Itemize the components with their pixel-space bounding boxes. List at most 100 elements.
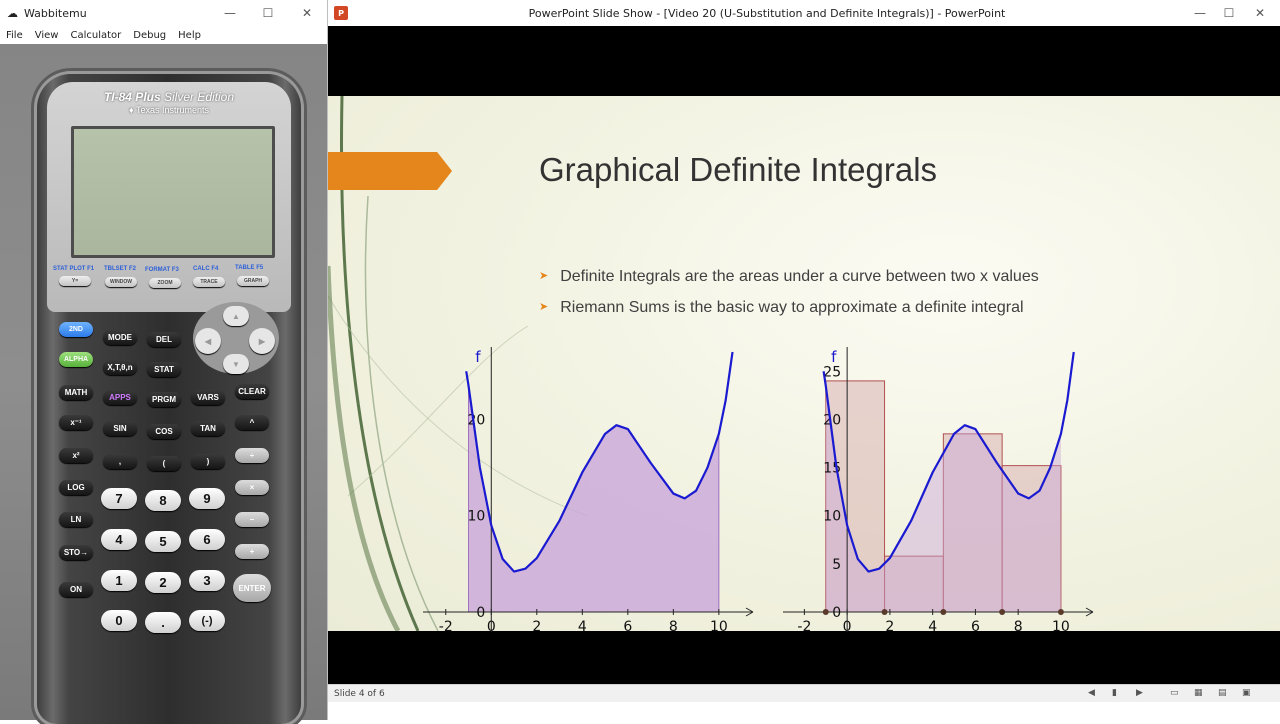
- divide-key[interactable]: ÷: [235, 448, 269, 463]
- y-equals-key[interactable]: Y=: [59, 276, 91, 286]
- square-key[interactable]: x²: [59, 448, 93, 463]
- minimize-icon[interactable]: —: [210, 0, 250, 26]
- add-key[interactable]: +: [235, 544, 269, 559]
- area-chart: f -2 0 2 4 6 8 10 0 10 20: [423, 347, 754, 632]
- riemann-chart: f-202468100510152025x0x1x2x3x4: [783, 347, 1094, 632]
- xton-key[interactable]: X,T,θ,n: [103, 360, 137, 375]
- partition-point: [999, 609, 1006, 615]
- eight-key[interactable]: 8: [145, 490, 181, 511]
- previous-icon[interactable]: ◀: [1088, 688, 1095, 698]
- five-key[interactable]: 5: [145, 531, 181, 552]
- fn-label-4: CALC F4: [193, 266, 219, 272]
- prgm-key[interactable]: PRGM: [147, 392, 181, 407]
- x-tick-label: -2: [797, 619, 811, 632]
- y-tick-label: 20: [467, 412, 485, 428]
- partition-label: x2: [941, 630, 959, 632]
- lparen-key[interactable]: (: [147, 456, 181, 471]
- slide-sorter-icon[interactable]: ▦: [1194, 688, 1203, 698]
- y-axis-label: f: [475, 348, 481, 366]
- decimal-key[interactable]: .: [145, 612, 181, 633]
- mode-key[interactable]: MODE: [103, 330, 137, 345]
- alpha-key[interactable]: ALPHA: [59, 352, 93, 367]
- x-tick-label: -2: [439, 619, 453, 632]
- partition-point: [881, 609, 888, 615]
- menubar: File View Calculator Debug Help: [0, 26, 327, 44]
- normal-view-icon[interactable]: ▭: [1170, 688, 1179, 698]
- menu-debug[interactable]: Debug: [133, 30, 166, 41]
- menu-file[interactable]: File: [6, 30, 23, 41]
- y-tick-label: 0: [832, 605, 841, 621]
- one-key[interactable]: 1: [101, 570, 137, 591]
- power-key[interactable]: ^: [235, 415, 269, 430]
- two-key[interactable]: 2: [145, 572, 181, 593]
- window-title: Wabbitemu: [24, 6, 87, 20]
- menu-calculator[interactable]: Calculator: [70, 30, 121, 41]
- subtract-key[interactable]: −: [235, 512, 269, 527]
- y-tick-label: 20: [823, 412, 841, 428]
- reading-view-icon[interactable]: ▤: [1218, 688, 1227, 698]
- zoom-key[interactable]: ZOOM: [149, 278, 181, 288]
- nine-key[interactable]: 9: [189, 488, 225, 509]
- powerpoint-window: P PowerPoint Slide Show - [Video 20 (U-S…: [328, 0, 1280, 720]
- del-key[interactable]: DEL: [147, 332, 181, 347]
- second-key[interactable]: 2ND: [59, 322, 93, 337]
- y-tick-label: 10: [823, 509, 841, 525]
- negative-key[interactable]: (-): [189, 610, 225, 631]
- trace-key[interactable]: TRACE: [193, 277, 225, 287]
- status-bar: Slide 4 of 6 ◀ ▮ ▶ ▭ ▦ ▤ ▣: [328, 684, 1280, 702]
- tan-key[interactable]: TAN: [191, 421, 225, 436]
- arrow-up-key[interactable]: ▲: [223, 306, 249, 326]
- calculator-brand: TI-84 Plus Silver Edition: [47, 90, 291, 104]
- comma-key[interactable]: ,: [103, 454, 137, 469]
- enter-key[interactable]: ENTER: [233, 574, 271, 602]
- graph-key[interactable]: GRAPH: [237, 276, 269, 286]
- four-key[interactable]: 4: [101, 529, 137, 550]
- close-icon[interactable]: ✕: [1240, 0, 1280, 26]
- ln-key[interactable]: LN: [59, 512, 93, 527]
- brand-maker: ♦ Texas Instruments: [47, 105, 291, 115]
- maximize-icon[interactable]: ☐: [248, 0, 288, 26]
- menu-view[interactable]: View: [35, 30, 59, 41]
- close-icon[interactable]: ✕: [287, 0, 327, 26]
- inverse-key[interactable]: x⁻¹: [59, 415, 93, 430]
- apps-key[interactable]: APPS: [103, 390, 137, 405]
- bullet-arrow-icon: ➤: [539, 301, 549, 313]
- window-key[interactable]: WINDOW: [105, 277, 137, 287]
- slide[interactable]: Graphical Definite Integrals ➤ Definite I…: [328, 96, 1280, 632]
- three-key[interactable]: 3: [189, 570, 225, 591]
- cos-key[interactable]: COS: [147, 424, 181, 439]
- menu-icon[interactable]: ▮: [1112, 688, 1117, 698]
- on-key[interactable]: ON: [59, 582, 93, 597]
- arrow-right-key[interactable]: ▶: [249, 328, 275, 354]
- store-key[interactable]: STO→: [59, 545, 93, 560]
- clear-key[interactable]: CLEAR: [235, 384, 269, 399]
- powerpoint-titlebar: P PowerPoint Slide Show - [Video 20 (U-S…: [328, 0, 1280, 26]
- x-tick-label: 10: [710, 619, 728, 632]
- log-key[interactable]: LOG: [59, 480, 93, 495]
- multiply-key[interactable]: ×: [235, 480, 269, 495]
- stat-key[interactable]: STAT: [147, 362, 181, 377]
- menu-help[interactable]: Help: [178, 30, 201, 41]
- sin-key[interactable]: SIN: [103, 421, 137, 436]
- partition-point: [940, 609, 947, 615]
- six-key[interactable]: 6: [189, 529, 225, 550]
- vars-key[interactable]: VARS: [191, 390, 225, 405]
- seven-key[interactable]: 7: [101, 488, 137, 509]
- arrow-left-key[interactable]: ◀: [195, 328, 221, 354]
- rparen-key[interactable]: ): [191, 454, 225, 469]
- slide-counter: Slide 4 of 6: [334, 688, 385, 699]
- bullet-1-text: Definite Integrals are the areas under a…: [560, 268, 1039, 285]
- calculator-screen[interactable]: [71, 126, 275, 258]
- math-key[interactable]: MATH: [59, 385, 93, 400]
- wabbitemu-titlebar: ☁ Wabbitemu — ☐ ✕: [0, 0, 327, 26]
- zero-key[interactable]: 0: [101, 610, 137, 631]
- y-tick-label: 5: [832, 557, 841, 573]
- slideshow-icon[interactable]: ▣: [1242, 688, 1251, 698]
- y-tick-label: 25: [823, 364, 841, 380]
- arrow-down-key[interactable]: ▼: [223, 354, 249, 374]
- area-under-curve: [468, 385, 720, 613]
- bullet-arrow-icon: ➤: [539, 270, 549, 282]
- partition-point: [822, 609, 829, 615]
- bullet-2: ➤ Riemann Sums is the basic way to approx…: [539, 299, 1024, 317]
- next-icon[interactable]: ▶: [1136, 688, 1143, 698]
